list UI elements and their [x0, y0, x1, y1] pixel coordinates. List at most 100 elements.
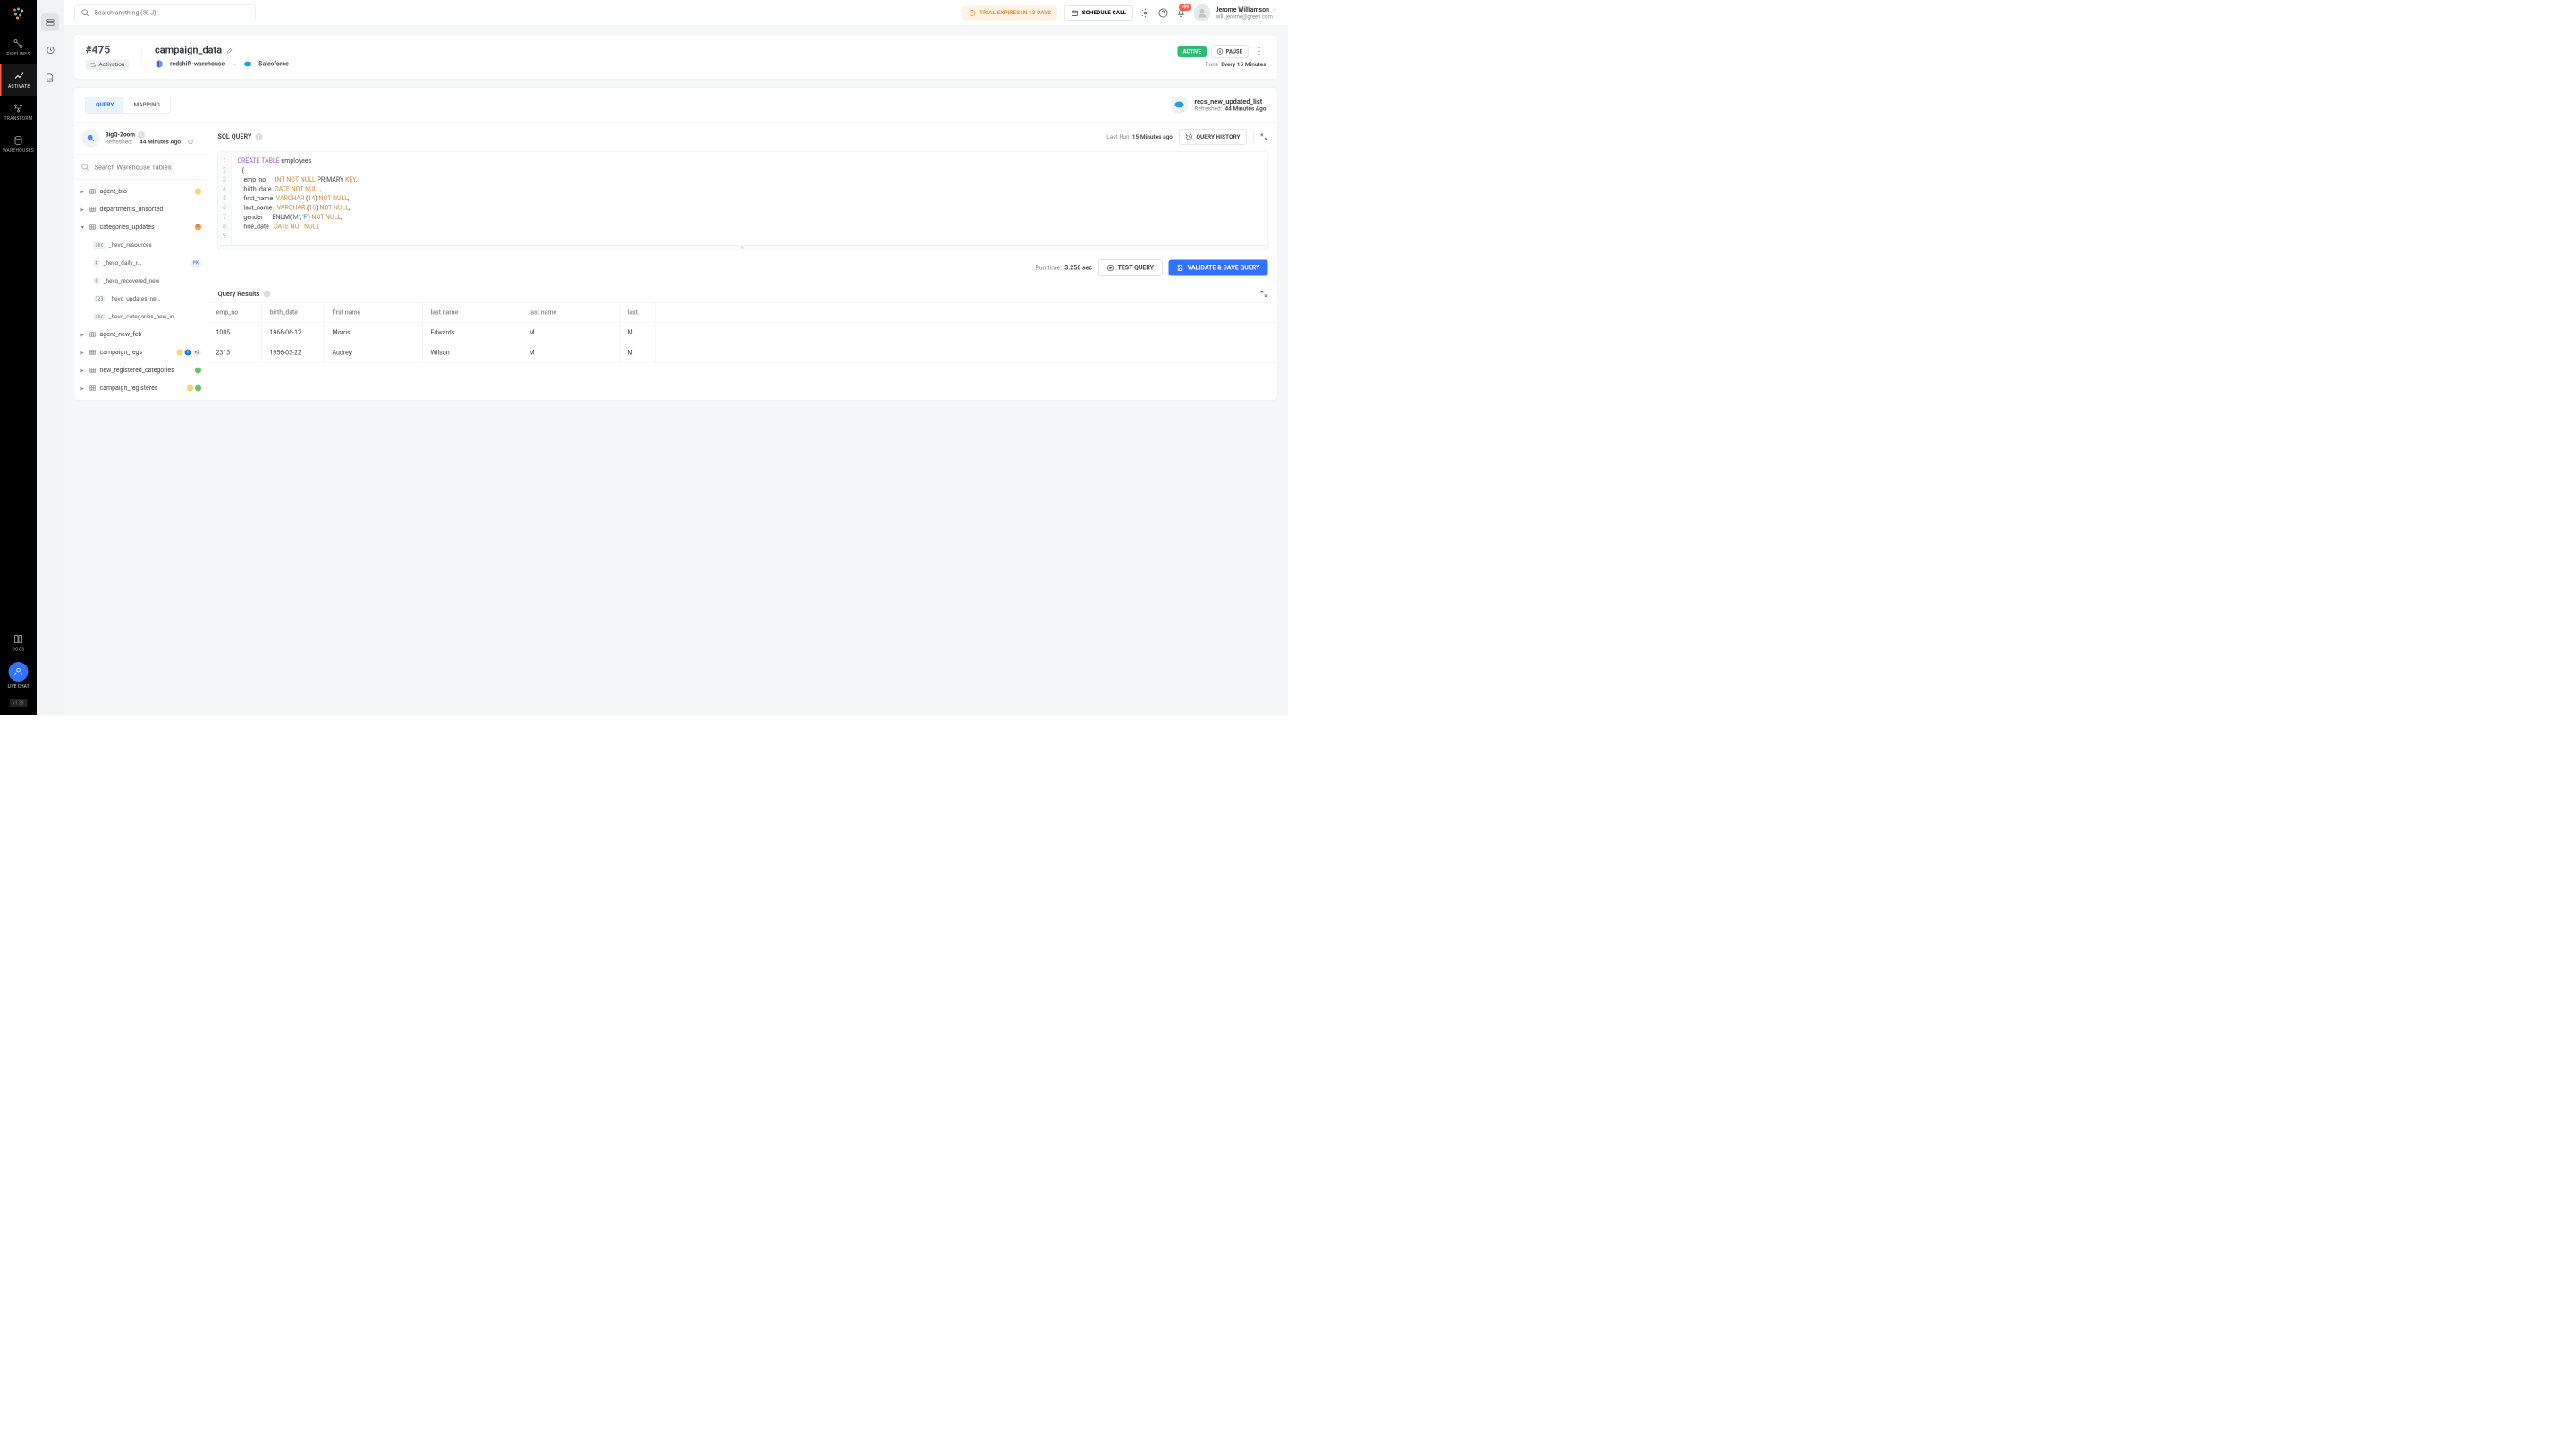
tree-pane: BigQ-Zoom i Refreshed: 44 Minutes Ago ▶ … [74, 123, 208, 401]
bigquery-icon [82, 130, 100, 148]
column-row[interactable]: # _hevo_daily_r... PK [74, 254, 208, 272]
help-icon[interactable] [1158, 7, 1169, 18]
tab-mapping[interactable]: MAPPING [123, 97, 169, 113]
gd-icon [195, 189, 201, 195]
settings-icon[interactable] [1140, 7, 1151, 18]
table-row[interactable]: ▶ campaign_registeres [74, 379, 208, 397]
query-history-button[interactable]: QUERY HISTORY [1179, 130, 1247, 145]
row-icons [195, 189, 201, 195]
table-row[interactable]: ▶ departments_unsorted [74, 200, 208, 218]
row-icons [195, 224, 201, 231]
runs-value: Every 15 Minutes [1221, 62, 1266, 69]
kebab-icon[interactable]: ⋮ [1253, 47, 1267, 56]
type-tag: abc [94, 241, 106, 249]
table-row[interactable]: ▶ campaign_regsf+2 [74, 343, 208, 361]
rail-item-1[interactable] [41, 13, 59, 31]
arrow-icon: → [231, 60, 237, 68]
schedule-call-button[interactable]: SCHEDULE CALL [1064, 5, 1132, 21]
row-icons [187, 385, 201, 392]
table-row[interactable]: ▶ agent_new_feb [74, 326, 208, 343]
nav-item-activate[interactable]: ACTIVATE [0, 64, 37, 96]
table-label: campaign_regs [100, 349, 143, 356]
table-label: departments_unsorted [100, 206, 164, 213]
fb-icon: f [184, 349, 191, 355]
nav-item-docs[interactable]: DOCS [0, 634, 37, 653]
cell: M [521, 343, 620, 363]
save-query-button[interactable]: VALIDATE & SAVE QUERY [1169, 260, 1268, 276]
expand-icon[interactable] [1260, 133, 1268, 141]
cell: M [620, 343, 656, 363]
bell-icon[interactable]: +99 [1176, 7, 1187, 18]
rail-item-log[interactable]: LOG [41, 69, 59, 87]
sql-editor[interactable]: 123456789 CREATE TABLE employees ( emp_n… [218, 152, 1268, 247]
logo-icon[interactable] [12, 6, 26, 21]
column-row[interactable]: 123 _hevo_updates_ne... [74, 290, 208, 308]
search[interactable] [74, 4, 256, 21]
column-row[interactable]: O _hevo_recovered_new [74, 272, 208, 290]
live-chat-icon [8, 662, 28, 682]
user-menu[interactable]: Jerome Williamson willi.jerome@green.com [1194, 4, 1277, 21]
column-label: _hevo_resources [109, 241, 152, 249]
refresh-icon[interactable] [188, 139, 194, 145]
user-email: willi.jerome@green.com [1216, 13, 1277, 20]
live-chat-label: LIVE CHAT [7, 684, 29, 690]
pause-button[interactable]: PAUSE [1211, 46, 1248, 58]
search-input[interactable] [95, 9, 250, 16]
col-header: last [620, 303, 656, 323]
nav-label-docs: DOCS [13, 648, 25, 653]
globe-icon [195, 224, 201, 231]
col-header: first name [325, 303, 423, 323]
cell: 1966-06-12 [262, 323, 325, 343]
table-row[interactable]: ▶ new_registered_categories [74, 361, 208, 379]
info-icon[interactable]: i [138, 131, 145, 139]
nav-item-transform[interactable]: TRANSFORM [0, 96, 37, 128]
nav-label-warehouses: WAREHOUSES [3, 148, 34, 154]
search-icon [81, 163, 90, 172]
play-icon [1106, 265, 1114, 272]
table-label: agent_bio [100, 188, 127, 195]
nav-rail: PIPELINES ACTIVATE TRANSFORM WAREHOUSES … [0, 0, 37, 716]
pause-label: PAUSE [1226, 48, 1242, 55]
test-query-button[interactable]: TEST QUERY [1098, 259, 1163, 276]
salesforce-icon [243, 60, 252, 69]
type-tag: abc [94, 313, 106, 320]
table-row[interactable]: ▶ agent_bio [74, 182, 208, 200]
tree-ref-value: 44 Minutes Ago [140, 139, 181, 146]
topbar: TRIAL EXPIRES IN 13 DAYS SCHEDULE CALL +… [64, 0, 1288, 26]
table-row[interactable]: ▼ categories_updates [74, 218, 208, 236]
nav-item-pipelines[interactable]: PIPELINES [0, 31, 37, 64]
dest-ref-val: 44 Minutes Ago [1224, 106, 1266, 113]
lastrun-val: 15 Minutes ago [1132, 133, 1173, 140]
trial-badge[interactable]: TRIAL EXPIRES IN 13 DAYS [962, 5, 1057, 20]
chevron-icon: ▶ [80, 368, 86, 374]
cell: 2313 [208, 343, 262, 363]
column-row[interactable]: abc _hevo_resources [74, 236, 208, 254]
expand-icon[interactable] [1260, 290, 1268, 298]
nav-label-activate: ACTIVATE [8, 84, 30, 89]
dest-title: recs_new_updated_list [1194, 97, 1266, 106]
edit-icon[interactable] [226, 47, 233, 54]
dest-name: Salesforce [258, 61, 289, 68]
tab-query[interactable]: QUERY [86, 97, 123, 113]
tree-ref-label: Refreshed: [106, 139, 133, 146]
avatar [1194, 4, 1211, 21]
calendar-icon [1072, 9, 1079, 16]
table-label: categories_updates [100, 224, 155, 231]
tree-search[interactable] [74, 155, 208, 180]
type-tag: O [94, 277, 100, 284]
nav-item-warehouses[interactable]: WAREHOUSES [0, 128, 37, 160]
row-icons: f+2 [176, 349, 201, 356]
column-row[interactable]: abc _hevo_categories_new_in... [74, 308, 208, 326]
column-label: _hevo_updates_ne... [109, 295, 161, 302]
table-label: campaign_registeres [100, 385, 158, 392]
tree-search-input[interactable] [95, 163, 201, 171]
table-label: new_registered_categories [100, 367, 174, 374]
col-header: last name [521, 303, 620, 323]
info-icon[interactable]: i [263, 291, 270, 298]
info-icon[interactable]: i [256, 133, 263, 140]
rail-item-history[interactable] [41, 41, 59, 59]
live-chat[interactable]: LIVE CHAT [7, 662, 29, 690]
activation-label: Activation [99, 62, 125, 69]
clock-icon [969, 9, 976, 16]
nav-label-transform: TRANSFORM [4, 116, 33, 122]
